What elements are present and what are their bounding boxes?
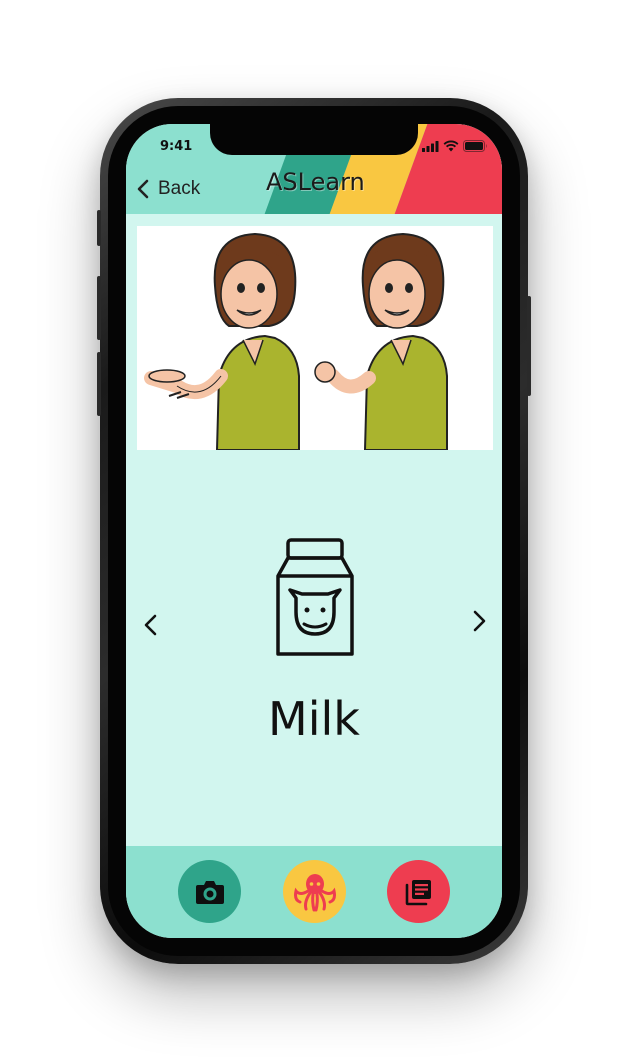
bottom-tab-bar bbox=[126, 846, 502, 938]
asl-sign-illustration bbox=[137, 226, 493, 450]
app-screen: 9:41 Back ASLearn Milk bbox=[126, 124, 502, 938]
app-logo: ASLearn bbox=[266, 168, 365, 196]
mute-switch bbox=[97, 210, 101, 246]
signal-icon bbox=[422, 140, 439, 152]
back-label: Back bbox=[158, 178, 201, 199]
next-sign-button[interactable] bbox=[464, 606, 494, 636]
flashcards-tab-button[interactable] bbox=[387, 860, 450, 923]
back-button[interactable]: Back bbox=[136, 174, 200, 204]
chevron-left-icon bbox=[137, 179, 149, 199]
previous-sign-button[interactable] bbox=[136, 610, 166, 640]
phone-notch bbox=[210, 124, 418, 155]
status-icons bbox=[422, 140, 488, 152]
power-button bbox=[527, 296, 531, 396]
volume-up-button bbox=[97, 276, 101, 340]
status-time: 9:41 bbox=[160, 139, 193, 154]
wifi-icon bbox=[443, 140, 459, 152]
sign-word-label: Milk bbox=[268, 692, 360, 746]
camera-tab-button[interactable] bbox=[178, 860, 241, 923]
octopus-tab-button[interactable] bbox=[283, 860, 346, 923]
camera-icon bbox=[195, 880, 224, 904]
flashcards-icon bbox=[405, 879, 431, 905]
battery-icon bbox=[463, 140, 487, 152]
milk-carton-icon bbox=[276, 538, 354, 656]
volume-down-button bbox=[97, 352, 101, 416]
octopus-icon bbox=[293, 873, 336, 911]
